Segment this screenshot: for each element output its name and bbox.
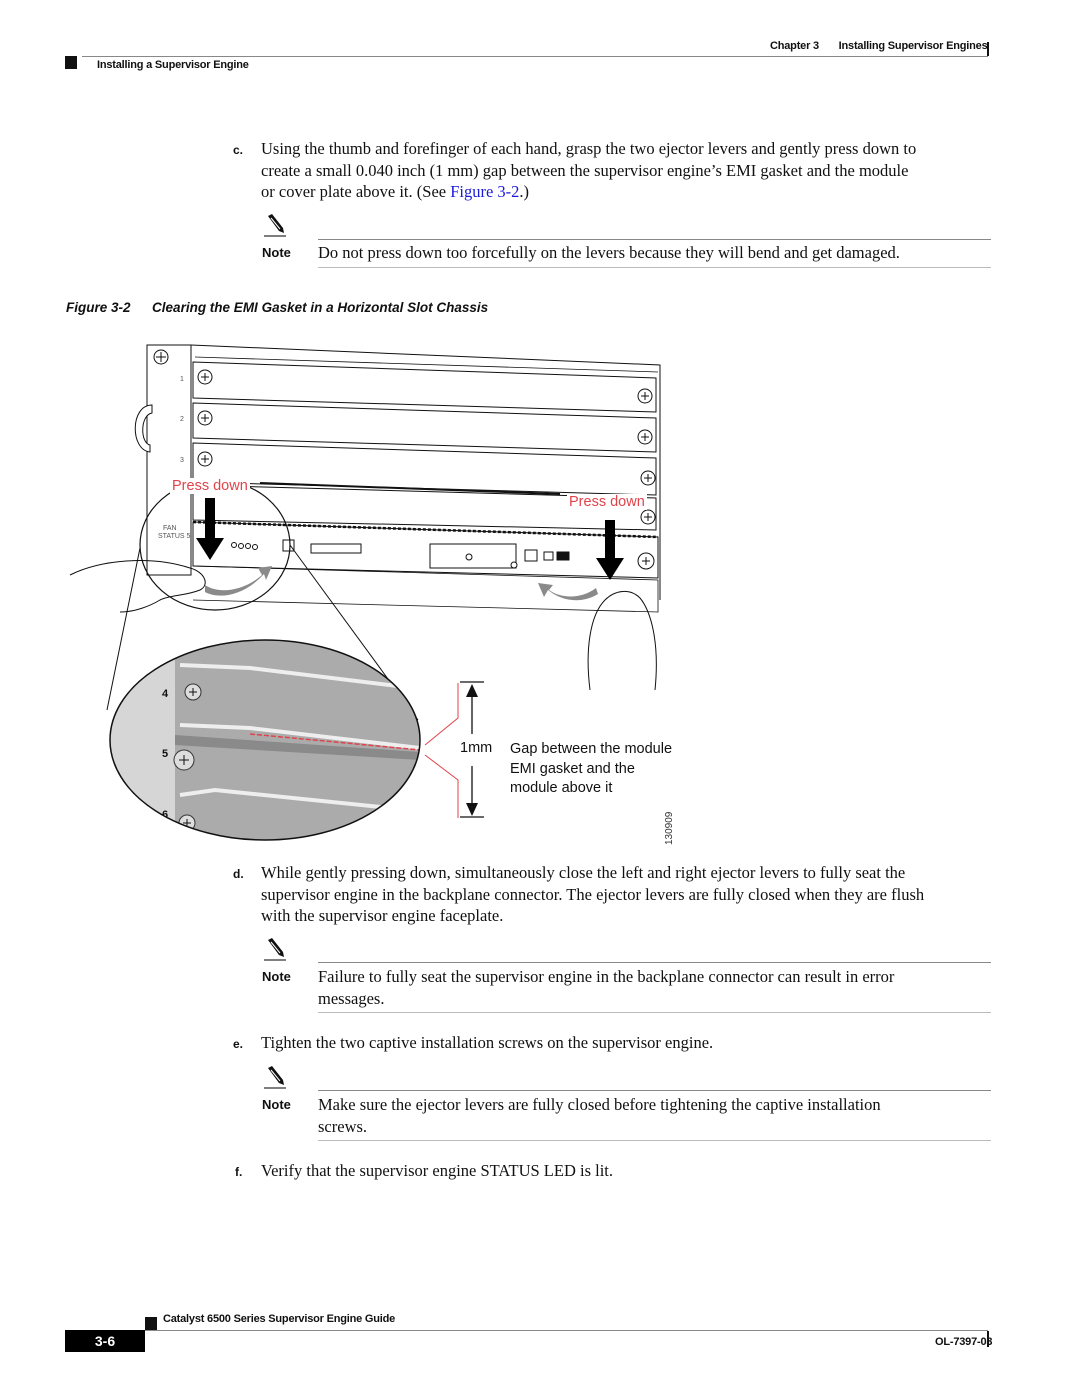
footer-marker bbox=[145, 1317, 157, 1330]
step-d-line-2: supervisor engine in the backplane conne… bbox=[261, 884, 925, 904]
dimension-arrow-down-icon bbox=[466, 803, 478, 816]
press-down-label-right: Press down bbox=[567, 494, 647, 510]
step-e-line-1: Tighten the two captive installation scr… bbox=[261, 1033, 714, 1052]
gap-description: Gap between the module EMI gasket and th… bbox=[510, 740, 672, 799]
right-hand bbox=[587, 591, 657, 691]
gap-measure-label: 1mm bbox=[460, 740, 493, 756]
page-number-box: 3-6 bbox=[65, 1330, 145, 1352]
step-e-text: Tighten the two captive installation scr… bbox=[261, 1032, 1001, 1054]
slot-number-5: 5 bbox=[162, 748, 168, 760]
step-e-letter: e. bbox=[233, 1037, 244, 1051]
dimension-arrow-up-icon bbox=[466, 684, 478, 697]
step-f-text: Verify that the supervisor engine STATUS… bbox=[261, 1160, 1001, 1182]
note-pencil-icon bbox=[264, 938, 286, 961]
fan-label: FAN bbox=[163, 525, 177, 532]
gap-callout-lines bbox=[424, 683, 459, 818]
slot-number-1: 1 bbox=[180, 376, 184, 383]
rotate-arrow-right-icon bbox=[538, 583, 598, 601]
footer-right-bar bbox=[987, 1331, 989, 1347]
gap-description-line-3: module above it bbox=[510, 780, 613, 796]
slot-number-4: 4 bbox=[162, 688, 169, 700]
step-f-line-1: Verify that the supervisor engine STATUS… bbox=[261, 1161, 614, 1180]
note-2-bottom-rule bbox=[318, 1012, 991, 1013]
note-2-line-2: messages. bbox=[318, 988, 385, 1008]
art-id-label: 130909 bbox=[664, 811, 675, 845]
slot-number-3: 3 bbox=[180, 457, 184, 464]
note-3-line-2: screws. bbox=[318, 1116, 368, 1136]
note-3-top-rule bbox=[318, 1090, 991, 1091]
note-2-line-1: Failure to fully seat the supervisor eng… bbox=[318, 967, 895, 986]
note-3-text: Make sure the ejector levers are fully c… bbox=[318, 1094, 998, 1137]
slot-number-2: 2 bbox=[180, 416, 184, 423]
step-d-line-1: While gently pressing down, simultaneous… bbox=[261, 863, 906, 882]
magnified-detail: 4 5 6 bbox=[110, 640, 420, 840]
note-3-label: Note bbox=[262, 1097, 291, 1112]
page-number: 3-6 bbox=[94, 1333, 116, 1349]
note-3-bottom-rule bbox=[318, 1140, 991, 1141]
note-2-label: Note bbox=[262, 969, 291, 984]
note-pencil-icon bbox=[264, 1066, 286, 1089]
footer-doc-title: Catalyst 6500 Series Supervisor Engine G… bbox=[163, 1313, 396, 1325]
note-2-top-rule bbox=[318, 962, 991, 963]
note-3-line-1: Make sure the ejector levers are fully c… bbox=[318, 1095, 881, 1114]
step-d-letter: d. bbox=[233, 867, 244, 881]
step-f-letter: f. bbox=[235, 1165, 243, 1179]
gap-description-line-2: EMI gasket and the bbox=[510, 760, 635, 777]
footer-rule bbox=[145, 1330, 988, 1331]
rotate-arrow-left-icon bbox=[205, 566, 272, 596]
step-d-line-3: with the supervisor engine faceplate. bbox=[261, 906, 504, 925]
press-down-label-left: Press down bbox=[170, 478, 250, 494]
footer-doc-id: OL-7397-03 bbox=[935, 1336, 993, 1348]
note-2-text: Failure to fully seat the supervisor eng… bbox=[318, 966, 998, 1009]
status-label: STATUS 5 bbox=[158, 533, 191, 540]
supervisor-engine-module bbox=[192, 520, 659, 613]
step-d-text: While gently pressing down, simultaneous… bbox=[261, 862, 1001, 927]
gap-description-line-1: Gap between the module bbox=[510, 741, 673, 757]
